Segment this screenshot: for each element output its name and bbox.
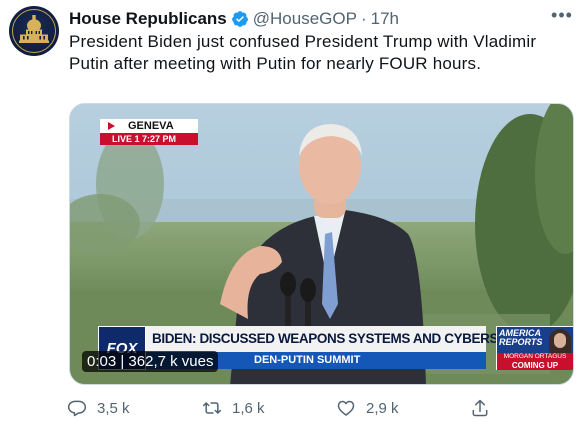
video-player[interactable]: GENEVA LIVE 1 7:27 PM FOX BIDEN: DISCUSS… [69,103,574,385]
author-name[interactable]: House Republicans [69,9,227,29]
share-button[interactable] [470,396,500,420]
avatar[interactable] [9,6,59,56]
retweet-count: 1,6 k [232,399,265,417]
tweet-header: House Republicans @HouseGOP · 17h [69,8,399,30]
author-handle[interactable]: @HouseGOP [253,9,357,29]
guest-thumbnail [549,329,571,353]
reply-button[interactable]: 3,5 k [67,396,130,420]
reply-icon [67,400,87,417]
share-icon [472,399,488,417]
show-coming-up: COMING UP [497,361,573,370]
more-options-icon[interactable]: ••• [551,6,573,28]
retweet-button[interactable]: 1,6 k [202,396,265,420]
separator-dot: · [360,9,367,28]
verified-badge-icon [231,11,248,27]
like-count: 2,9 k [366,399,399,417]
capitol-logo-icon [19,15,49,43]
location-play-icon [108,122,115,130]
tweet-actions: 3,5 k 1,6 k 2,9 k [62,396,582,422]
reply-count: 3,5 k [97,399,130,417]
location-badge: GENEVA LIVE 1 7:27 PM [100,119,198,149]
tweet-text: President Biden just confused President … [69,32,537,73]
heart-icon [337,400,355,416]
show-guest: MORGAN ORTAGUS [497,353,573,361]
show-badge: AMERICA REPORTS MORGAN ORTAGUS COMING UP [496,326,573,370]
tweet[interactable]: House Republicans @HouseGOP · 17h ••• Pr… [0,0,586,424]
like-button[interactable]: 2,9 k [336,396,399,420]
video-timer-views: 0:03 | 362,7 k vues [82,351,219,372]
chyron-headline: BIDEN: DISCUSSED WEAPONS SYSTEMS AND CYB… [146,326,555,352]
tweet-time[interactable]: 17h [371,9,399,29]
retweet-icon [202,402,222,414]
show-title: AMERICA REPORTS [499,328,543,347]
live-label: LIVE 1 7:27 PM [100,133,198,145]
